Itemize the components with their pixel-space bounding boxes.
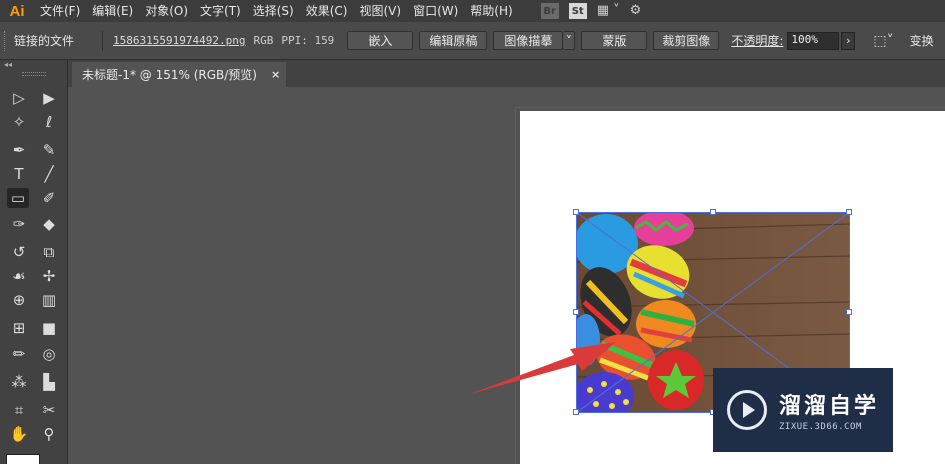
rectangle-tool-icon[interactable]: ▭ — [7, 188, 29, 208]
pen-tool-icon[interactable]: ✒ — [8, 140, 30, 160]
magic-wand-tool-icon[interactable]: ✧ — [8, 112, 30, 132]
watermark-title: 溜溜自学 — [779, 394, 880, 419]
stock-button[interactable]: St — [568, 3, 587, 19]
type-tool-icon[interactable]: T — [8, 164, 30, 184]
selection-tool-icon[interactable]: ▷ — [8, 88, 30, 108]
zoom-tool-icon[interactable]: ⚲ — [38, 424, 60, 444]
eraser-tool-icon[interactable]: ◆ — [38, 214, 60, 234]
collapse-icon[interactable]: ◂◂ — [0, 60, 67, 70]
image-trace-dropdown-icon[interactable]: ˅ — [563, 31, 576, 50]
embed-button[interactable]: 嵌入 — [347, 31, 414, 50]
fill-color-swatch[interactable] — [6, 454, 40, 464]
play-logo-icon — [727, 390, 767, 430]
column-graph-tool-icon[interactable]: ▙ — [38, 372, 60, 392]
shaper-tool-icon[interactable]: ✑ — [8, 214, 30, 234]
mask-button[interactable]: 蒙版 — [581, 31, 648, 50]
paintbrush-tool-icon[interactable]: ✐ — [38, 188, 60, 208]
lasso-tool-icon[interactable]: ℓ — [38, 112, 60, 132]
document-tab[interactable]: 未标题-1* @ 151% (RGB/预览) × — [72, 62, 286, 87]
crop-image-button[interactable]: 裁剪图像 — [653, 31, 720, 50]
opacity-input[interactable]: 100% — [787, 31, 840, 50]
warp-tool-icon[interactable]: ☙ — [8, 266, 30, 286]
line-tool-icon[interactable]: ╱ — [38, 164, 60, 184]
slice-tool-icon[interactable]: ✂ — [38, 400, 60, 420]
puppet-warp-tool-icon[interactable]: ✢ — [38, 266, 60, 286]
curvature-tool-icon[interactable]: ✎ — [38, 140, 60, 160]
mesh-tool-icon[interactable]: ⊞ — [8, 318, 30, 338]
menu-select[interactable]: 选择(S) — [247, 0, 300, 22]
workspace-grid-icon[interactable]: ▦ ˅ — [597, 0, 620, 22]
watermark-url: ZIXUE.3D66.COM — [779, 422, 862, 432]
gradient-tool-icon[interactable]: ■ — [38, 318, 60, 338]
menu-edit[interactable]: 编辑(E) — [86, 0, 139, 22]
panel-grip[interactable] — [21, 72, 46, 76]
menu-effect[interactable]: 效果(C) — [300, 0, 354, 22]
rotate-tool-icon[interactable]: ↺ — [8, 242, 30, 262]
menu-type[interactable]: 文字(T) — [194, 0, 247, 22]
tools-panel: ◂◂ ▷ ▶ ✧ ℓ ✒ ✎ T ╱ ▭ ✐ ✑ ◆ ↺ ⧉ ☙ ✢ ⊕ ▥ ⊞… — [0, 60, 68, 464]
menu-object[interactable]: 对象(O) — [139, 0, 194, 22]
direct-selection-tool-icon[interactable]: ▶ — [38, 88, 60, 108]
image-trace-button[interactable]: 图像描摹 — [493, 31, 564, 50]
divider — [102, 30, 103, 51]
transform-link[interactable]: 变换 — [910, 32, 934, 49]
watermark: 溜溜自学 ZIXUE.3D66.COM — [713, 368, 893, 452]
control-bar: 链接的文件 1586315591974492.png RGB PPI: 159 … — [0, 22, 945, 60]
menu-view[interactable]: 视图(V) — [353, 0, 407, 22]
opacity-label[interactable]: 不透明度: — [731, 32, 783, 49]
bridge-button[interactable]: Br — [540, 3, 559, 19]
document-title: 未标题-1* @ 151% (RGB/预览) — [82, 68, 257, 82]
document-tab-bar: 未标题-1* @ 151% (RGB/预览) × — [68, 60, 945, 87]
perspective-grid-tool-icon[interactable]: ▥ — [38, 290, 60, 310]
opacity-arrow-icon[interactable]: › — [841, 31, 856, 50]
menu-window[interactable]: 窗口(W) — [407, 0, 464, 22]
linked-file-label: 链接的文件 — [14, 34, 75, 48]
scale-tool-icon[interactable]: ⧉ — [38, 242, 60, 262]
sync-icon[interactable]: ⚙ — [630, 0, 642, 22]
ppi-text: PPI: 159 — [281, 34, 335, 47]
close-icon[interactable]: × — [271, 68, 280, 81]
eyedropper-tool-icon[interactable]: ✏ — [8, 344, 30, 364]
hand-tool-icon[interactable]: ✋ — [8, 424, 30, 444]
blend-tool-icon[interactable]: ◎ — [38, 344, 60, 364]
align-icon[interactable]: ⬚˅ — [873, 33, 893, 49]
menu-help[interactable]: 帮助(H) — [464, 0, 518, 22]
menu-bar: Ai 文件(F) 编辑(E) 对象(O) 文字(T) 选择(S) 效果(C) 视… — [0, 0, 945, 22]
app-logo: Ai — [9, 2, 25, 20]
file-name-link[interactable]: 1586315591974492.png — [113, 34, 245, 47]
menu-file[interactable]: 文件(F) — [34, 0, 86, 22]
shape-builder-tool-icon[interactable]: ⊕ — [8, 290, 30, 310]
control-bar-grip[interactable] — [4, 30, 10, 51]
symbol-sprayer-tool-icon[interactable]: ⁂ — [8, 372, 30, 392]
edit-original-button[interactable]: 编辑原稿 — [419, 31, 488, 50]
color-mode-text: RGB — [253, 34, 274, 47]
artboard-tool-icon[interactable]: ⌗ — [8, 400, 30, 420]
